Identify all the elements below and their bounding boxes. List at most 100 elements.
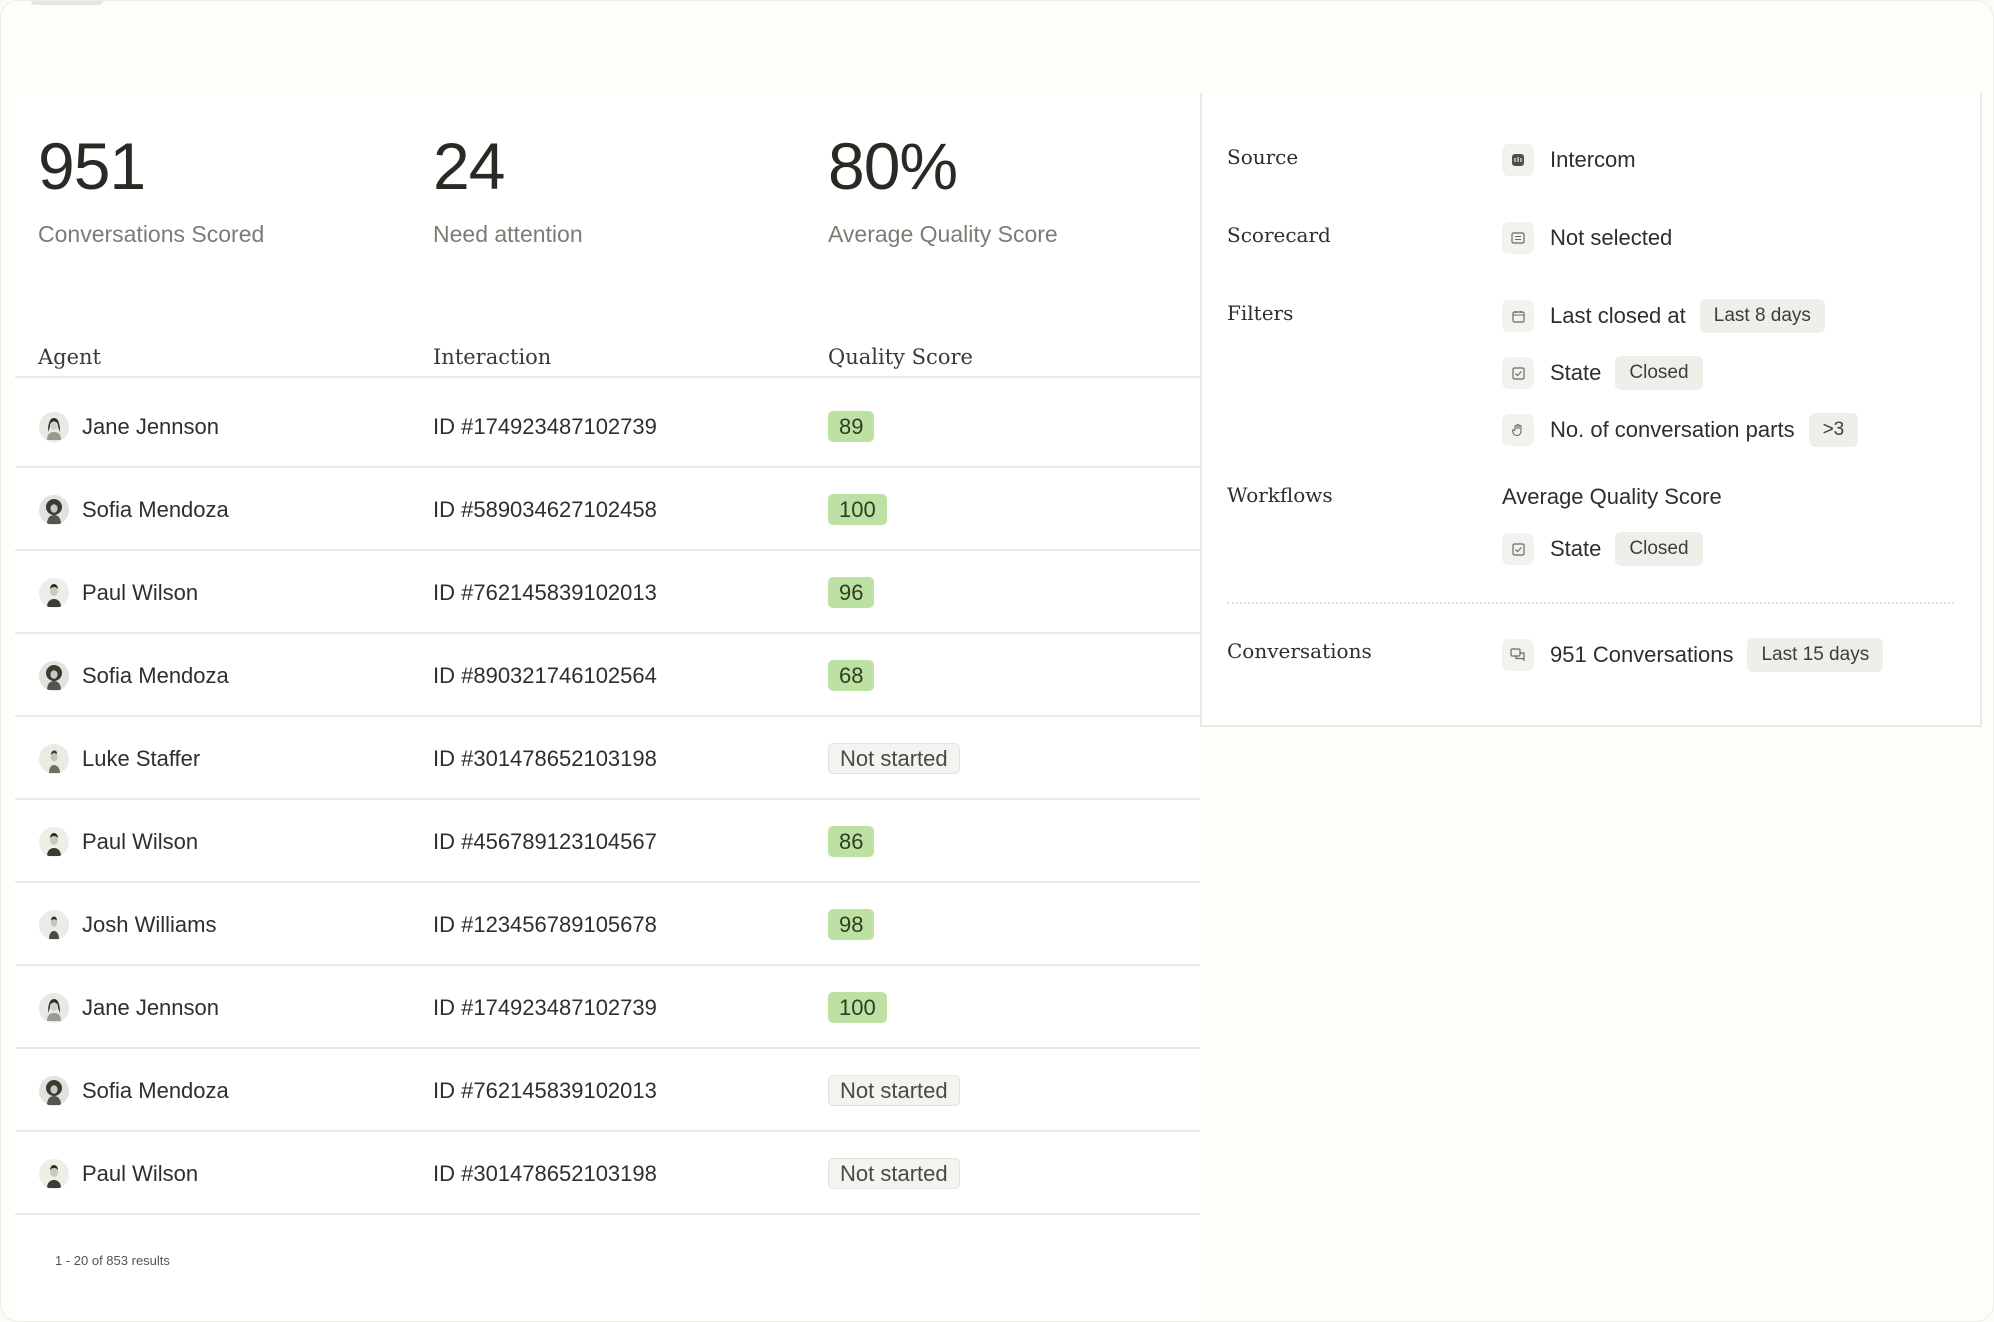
source-value[interactable]: Intercom [1502, 143, 1636, 177]
table-row[interactable]: Jane Jennson ID #174923487102739 100 [15, 966, 1200, 1049]
table-row[interactable]: Jane Jennson ID #174923487102739 89 [15, 385, 1200, 468]
agent-name: Sofia Mendoza [82, 663, 229, 688]
not-started-badge: Not started [828, 1075, 960, 1106]
filter-chip[interactable]: Last 8 days [1699, 299, 1825, 333]
chat-icon [1502, 639, 1534, 671]
details-panel: Source Intercom Scorecard Not selected F… [1200, 93, 1982, 727]
interaction-id[interactable]: ID #589034627102458 [433, 497, 657, 523]
stat-label: Average Quality Score [828, 221, 1058, 247]
man-slim-avatar [39, 910, 69, 940]
interaction-id[interactable]: ID #762145839102013 [433, 1078, 657, 1104]
woman-curly-hair-avatar [39, 1076, 69, 1106]
quality-score-badge: 100 [828, 494, 887, 525]
table-row[interactable]: Paul Wilson ID #301478652103198 Not starte… [15, 1132, 1200, 1215]
agent-name: Paul Wilson [82, 580, 199, 605]
quality-score-badge: 100 [828, 992, 887, 1023]
scorecard-name: Not selected [1550, 225, 1673, 250]
not-started-badge: Not started [828, 743, 960, 774]
window-tab-indicator [31, 1, 103, 5]
quality-score-badge: 86 [828, 826, 875, 857]
interaction-id[interactable]: ID #301478652103198 [433, 1161, 657, 1187]
workflow-name: Average Quality Score [1502, 484, 1722, 509]
quality-score-badge: 68 [828, 660, 875, 691]
quality-score-badge: 89 [828, 411, 875, 442]
agent-name: Luke Staffer [82, 746, 201, 771]
column-header-agent[interactable]: Agent [38, 345, 101, 369]
quality-score-cell: 68 [828, 660, 875, 691]
table-row[interactable]: Paul Wilson ID #762145839102013 96 [15, 551, 1200, 634]
interaction-id[interactable]: ID #301478652103198 [433, 746, 657, 772]
not-started-badge: Not started [828, 1158, 960, 1189]
man-side-profile-avatar [39, 744, 69, 774]
pagination-summary: 1 - 20 of 853 results [55, 1253, 170, 1268]
conversations-range-chip[interactable]: Last 15 days [1747, 638, 1884, 672]
man-short-hair-avatar [39, 1159, 69, 1189]
conversations-label: Conversations [1227, 639, 1372, 663]
column-header-quality-score[interactable]: Quality Score [828, 345, 973, 369]
interaction-id[interactable]: ID #456789123104567 [433, 829, 657, 855]
interaction-id[interactable]: ID #123456789105678 [433, 912, 657, 938]
filter-conversation-parts[interactable]: No. of conversation parts >3 [1502, 413, 1859, 447]
stat-conversations-scored: 951 Conversations Scored [38, 133, 264, 248]
filter-chip[interactable]: Closed [1615, 356, 1703, 390]
main-card: 951 Conversations Scored 24 Need attenti… [15, 93, 1200, 1321]
quality-score-cell: 96 [828, 577, 875, 608]
panel-divider [1227, 602, 1954, 604]
agent-name: Paul Wilson [82, 1161, 199, 1186]
stat-value: 951 [38, 129, 146, 203]
column-header-interaction[interactable]: Interaction [433, 345, 551, 369]
quality-score-cell: 100 [828, 992, 887, 1023]
woman-long-hair-avatar [39, 412, 69, 442]
filter-name: Last closed at [1550, 303, 1686, 328]
quality-score-badge: 98 [828, 909, 875, 940]
scorecard-label: Scorecard [1227, 223, 1331, 247]
interaction-id[interactable]: ID #890321746102564 [433, 663, 657, 689]
filter-name: State [1550, 360, 1602, 385]
stat-value: 24 [433, 129, 505, 203]
man-short-hair-avatar [39, 827, 69, 857]
stat-label: Conversations Scored [38, 221, 265, 247]
filters-label: Filters [1227, 301, 1294, 325]
woman-long-hair-avatar [39, 993, 69, 1023]
hand-icon [1502, 414, 1534, 446]
stat-average-quality-score: 80% Average Quality Score [828, 133, 1058, 248]
filter-last-closed[interactable]: Last closed at Last 8 days [1502, 299, 1825, 333]
scorecard-value[interactable]: Not selected [1502, 221, 1672, 255]
workflow-state[interactable]: State Closed [1502, 532, 1703, 566]
table-row[interactable]: Sofia Mendoza ID #890321746102564 68 [15, 634, 1200, 717]
source-name: Intercom [1550, 147, 1636, 172]
agent-name: Paul Wilson [82, 829, 199, 854]
table-row[interactable]: Sofia Mendoza ID #589034627102458 100 [15, 468, 1200, 551]
woman-curly-hair-avatar [39, 495, 69, 525]
scorecard-icon [1502, 222, 1534, 254]
interaction-id[interactable]: ID #174923487102739 [433, 995, 657, 1021]
interaction-id[interactable]: ID #762145839102013 [433, 580, 657, 606]
agent-name: Jane Jennson [82, 995, 219, 1020]
filter-state[interactable]: State Closed [1502, 356, 1703, 390]
table-row[interactable]: Luke Staffer ID #301478652103198 Not start… [15, 717, 1200, 800]
workflow-title: Average Quality Score [1502, 480, 1722, 514]
agent-name: Jane Jennson [82, 414, 219, 439]
stat-label: Need attention [433, 221, 583, 247]
table-row[interactable]: Sofia Mendoza ID #762145839102013 Not star… [15, 1049, 1200, 1132]
filter-name: No. of conversation parts [1550, 417, 1795, 442]
woman-curly-hair-avatar [39, 661, 69, 691]
workflows-label: Workflows [1227, 483, 1333, 507]
quality-score-cell: Not started [828, 743, 960, 774]
workflow-filter-chip[interactable]: Closed [1615, 532, 1703, 566]
source-label: Source [1227, 145, 1299, 169]
table-header: Agent Interaction Quality Score [15, 335, 1200, 378]
calendar-icon [1502, 300, 1534, 332]
man-short-hair-avatar [39, 578, 69, 608]
table-row[interactable]: Josh Williams ID #123456789105678 98 [15, 883, 1200, 966]
filter-chip[interactable]: >3 [1808, 413, 1859, 447]
workflow-filter-name: State [1550, 536, 1602, 561]
stat-value: 80% [828, 129, 958, 203]
quality-score-cell: 100 [828, 494, 887, 525]
conversations-value[interactable]: 951 Conversations Last 15 days [1502, 638, 1884, 672]
checkbox-icon [1502, 357, 1534, 389]
table-row[interactable]: Paul Wilson ID #456789123104567 86 [15, 800, 1200, 883]
interaction-id[interactable]: ID #174923487102739 [433, 414, 657, 440]
checkbox-icon [1502, 533, 1534, 565]
agent-name: Josh Williams [82, 912, 217, 937]
